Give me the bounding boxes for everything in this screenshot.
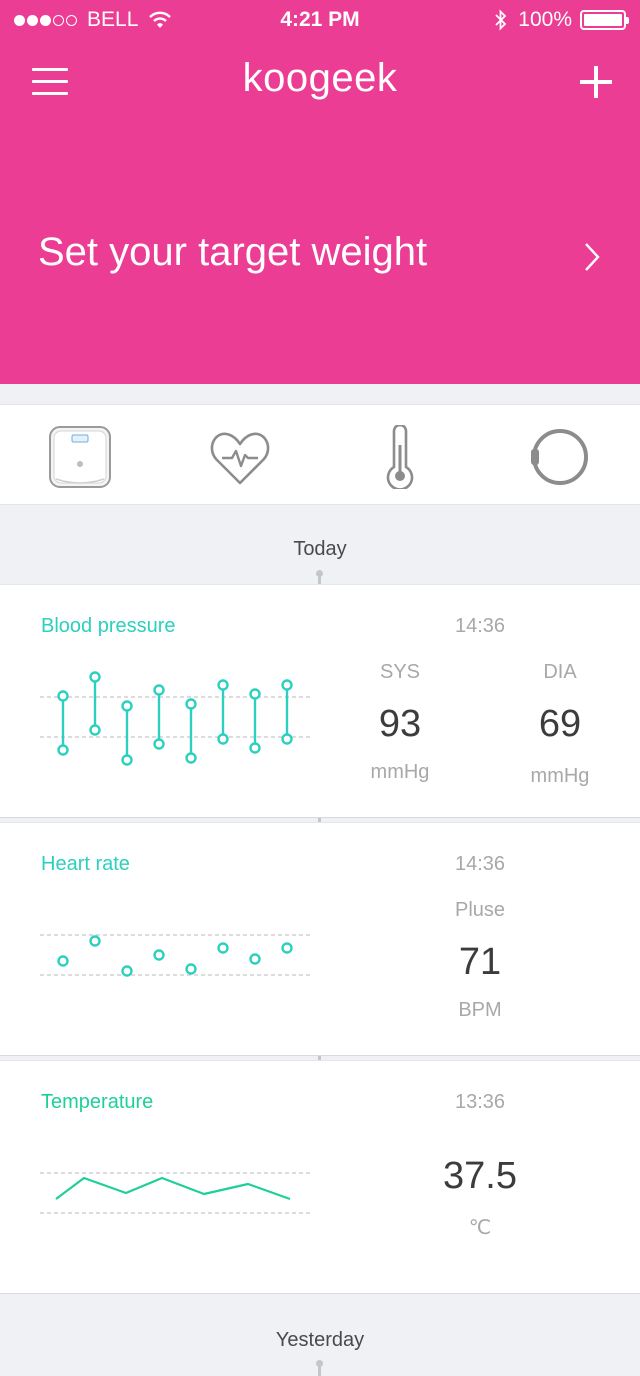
dia-label: DIA [543,661,577,683]
timeline-line [318,1366,321,1376]
sys-unit: mmHg [370,761,430,783]
heart-rate-icon[interactable] [208,425,272,489]
temperature-unit: ℃ [468,1217,492,1239]
bluetooth-icon [494,9,508,31]
band-icon[interactable] [528,425,592,489]
scale-icon[interactable] [48,425,112,489]
target-weight-label: Set your target weight [38,230,428,274]
temperature-value: 37.5 [443,1155,517,1197]
add-icon[interactable] [580,66,612,98]
dia-value: 69 [538,703,582,745]
pulse-unit: BPM [458,999,502,1021]
temperature-time: 13:36 [454,1091,506,1113]
temperature-chart [40,1169,312,1219]
temperature-title: Temperature [41,1091,154,1113]
header-banner: BELL 4:21 PM 100% koogeek Set your targe… [0,0,640,384]
dia-unit: mmHg [530,765,590,787]
status-right: 100% [494,8,629,32]
section-label-today: Today [293,538,347,560]
heart-rate-card[interactable]: Heart rate 14:36 Pluse 71 BPM [0,822,640,1056]
app-logo: koogeek [242,56,398,100]
battery-percent: 100% [518,8,572,31]
pulse-value: 71 [458,941,502,983]
heart-rate-chart [40,927,312,987]
heart-rate-title: Heart rate [41,853,130,875]
blood-pressure-title: Blood pressure [41,615,176,637]
blood-pressure-chart [40,669,312,773]
status-bar: BELL 4:21 PM 100% [0,0,640,42]
sys-label: SYS [379,661,421,683]
blood-pressure-card[interactable]: Blood pressure 14:36 SYS 93 mmHg DIA 69 … [0,584,640,818]
blood-pressure-time: 14:36 [454,615,506,637]
pulse-label: Pluse [454,899,506,921]
section-label-yesterday: Yesterday [275,1329,365,1351]
sys-value: 93 [378,703,422,745]
temperature-card[interactable]: Temperature 13:36 37.5 ℃ [0,1060,640,1294]
battery-icon [580,10,629,30]
set-target-weight-button[interactable]: Set your target weight [0,220,640,290]
device-tabs [0,404,640,505]
heart-rate-time: 14:36 [454,853,506,875]
chevron-right-icon [582,242,602,272]
thermometer-icon[interactable] [368,425,432,489]
